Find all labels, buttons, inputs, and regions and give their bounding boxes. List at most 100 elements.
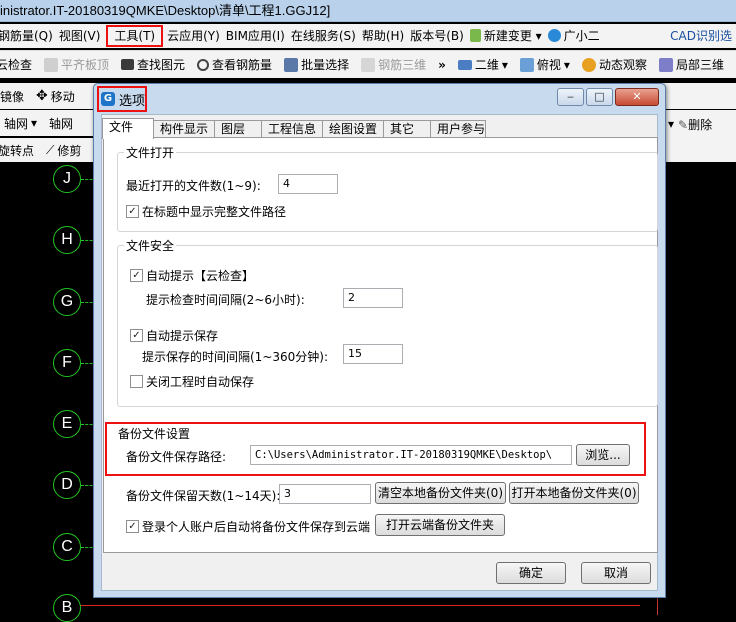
- tab-user-participation[interactable]: 用户参与: [430, 120, 487, 138]
- cloud-backup-checkbox[interactable]: ✓ 登录个人账户后自动将备份文件保存到云端: [126, 518, 370, 535]
- browse-button[interactable]: 浏览...: [576, 444, 630, 466]
- checkbox[interactable]: [130, 375, 143, 388]
- options-dialog: G 选项 ‒ □ ✕ 文件 构件显示 图层 工程信息 绘图设置 其它 用户参与 …: [93, 83, 666, 598]
- axis-grid-dropdown-2[interactable]: 轴网: [43, 115, 79, 132]
- view-rebar-quantity-button[interactable]: 查看钢筋量: [191, 56, 278, 73]
- rebar-3d-icon: [361, 57, 376, 72]
- menu-help[interactable]: 帮助(H): [362, 26, 410, 46]
- eraser-icon: ✎: [678, 117, 689, 132]
- axis-bubble-c[interactable]: C: [53, 533, 81, 561]
- cloud-check-button[interactable]: 云检查: [0, 56, 38, 73]
- close-button[interactable]: ✕: [615, 88, 659, 106]
- move-icon: ✥: [36, 88, 48, 104]
- menu-online-service[interactable]: 在线服务(S): [291, 26, 362, 46]
- binoculars-icon: [121, 59, 135, 70]
- menu-bim[interactable]: BIM应用(I): [226, 26, 291, 46]
- axis-bubble-b[interactable]: B: [53, 594, 81, 622]
- axis-grid-dropdown[interactable]: 轴网 ▾: [0, 115, 43, 132]
- checkbox[interactable]: ✓: [126, 205, 139, 218]
- cube-icon: [519, 57, 534, 72]
- group-legend: 文件打开: [124, 144, 177, 161]
- cancel-button[interactable]: 取消: [581, 562, 651, 584]
- dialog-title: G 选项: [97, 86, 147, 112]
- menu-rebar-quantity[interactable]: 钢筋量(Q): [0, 26, 59, 46]
- dropdown-arrow-icon[interactable]: ▾: [664, 117, 678, 131]
- save-interval-input[interactable]: 15: [343, 344, 403, 364]
- check-interval-label: 提示检查时间间隔(2~6小时):: [146, 293, 305, 307]
- grid-line: [80, 605, 640, 606]
- backup-path-label: 备份文件保存路径:: [126, 450, 227, 464]
- maximize-button[interactable]: □: [586, 88, 613, 106]
- app-title-bar: inistrator.IT-20180319QMKE\Desktop\清单\工程…: [0, 0, 736, 22]
- align-icon: [44, 57, 59, 72]
- tab-layers[interactable]: 图层: [214, 120, 263, 138]
- rotate-point-button[interactable]: 旋转点: [0, 142, 40, 159]
- open-local-backup-button[interactable]: 打开本地备份文件夹(0): [509, 482, 639, 504]
- move-button[interactable]: ✥ 移动: [30, 88, 81, 105]
- show-full-path-checkbox[interactable]: ✓ 在标题中显示完整文件路径: [126, 203, 286, 220]
- local-3d-icon: [658, 57, 673, 72]
- menu-view[interactable]: 视图(V): [59, 26, 107, 46]
- axis-bubble-d[interactable]: D: [53, 471, 81, 499]
- clear-local-backup-button[interactable]: 清空本地备份文件夹(0): [375, 482, 506, 504]
- align-slab-top-button[interactable]: 平齐板顶: [38, 56, 115, 73]
- backup-path-input[interactable]: C:\Users\Administrator.IT-20180319QMKE\D…: [250, 445, 572, 465]
- tab-component-display[interactable]: 构件显示: [153, 120, 216, 138]
- top-view-dropdown[interactable]: 俯视 ▾: [514, 56, 576, 73]
- backup-days-label: 备份文件保留天数(1~14天):: [126, 489, 281, 503]
- axis-bubble-g[interactable]: G: [53, 288, 81, 316]
- app-title: inistrator.IT-20180319QMKE\Desktop\清单\工程…: [0, 3, 331, 18]
- right-toolbar-fragment: ▾ ✎删除: [664, 110, 736, 138]
- menu-bar: 钢筋量(Q) 视图(V) 工具(T) 云应用(Y) BIM应用(I) 在线服务(…: [0, 24, 736, 48]
- document-icon: [469, 29, 481, 42]
- tab-drawing-settings[interactable]: 绘图设置: [322, 120, 385, 138]
- find-element-button[interactable]: 查找图元: [115, 56, 191, 73]
- menu-guangxiaoer[interactable]: 广小二: [547, 26, 606, 46]
- orbit-icon: [581, 57, 596, 72]
- checkbox[interactable]: ✓: [126, 520, 139, 533]
- dynamic-observe-button[interactable]: 动态观察: [576, 56, 653, 73]
- batch-select-button[interactable]: 批量选择: [278, 56, 355, 73]
- backup-days-input[interactable]: 3: [279, 484, 371, 504]
- menu-version[interactable]: 版本号(B): [410, 26, 470, 46]
- 2d-icon: [457, 59, 472, 70]
- minimize-button[interactable]: ‒: [557, 88, 584, 106]
- checkbox[interactable]: ✓: [130, 329, 143, 342]
- main-toolbar: 云检查 平齐板顶 查找图元 查看钢筋量 批量选择 钢筋三维 » 二维 ▾ 俯视 …: [0, 50, 736, 78]
- batch-select-icon: [284, 57, 299, 72]
- assistant-icon: [547, 29, 561, 42]
- tab-project-info[interactable]: 工程信息: [261, 120, 324, 138]
- axis-bubble-h[interactable]: H: [53, 226, 81, 254]
- menu-tools[interactable]: 工具(T): [106, 25, 164, 47]
- auto-cloud-check-checkbox[interactable]: ✓ 自动提示【云检查】: [130, 267, 254, 284]
- group-legend: 文件安全: [124, 237, 177, 254]
- mirror-button[interactable]: 镜像: [0, 88, 30, 105]
- menu-cad-recognition[interactable]: CAD识别选: [670, 26, 736, 46]
- menu-new-change[interactable]: 新建变更 ▾: [469, 26, 548, 46]
- axis-bubble-e[interactable]: E: [53, 410, 81, 438]
- app-icon: G: [101, 92, 115, 106]
- axis-bubble-j[interactable]: J: [53, 165, 81, 193]
- ok-button[interactable]: 确定: [496, 562, 566, 584]
- magnifier-icon: [197, 58, 210, 71]
- dialog-body: 文件 构件显示 图层 工程信息 绘图设置 其它 用户参与 文件打开 最近打开的文…: [101, 114, 658, 591]
- tab-other[interactable]: 其它: [383, 120, 432, 138]
- open-cloud-backup-button[interactable]: 打开云端备份文件夹: [375, 514, 505, 536]
- tab-strip: 文件 构件显示 图层 工程信息 绘图设置 其它 用户参与: [102, 118, 487, 139]
- checkbox[interactable]: ✓: [130, 269, 143, 282]
- trim-button[interactable]: ⟋ 修剪: [40, 142, 87, 159]
- menu-cloud[interactable]: 云应用(Y): [167, 26, 226, 46]
- recent-files-input[interactable]: 4: [278, 174, 338, 194]
- check-interval-input[interactable]: 2: [343, 288, 403, 308]
- auto-save-on-close-checkbox[interactable]: 关闭工程时自动保存: [130, 373, 254, 390]
- rebar-3d-button[interactable]: 钢筋三维: [355, 56, 432, 73]
- 2d-view-dropdown[interactable]: 二维 ▾: [452, 56, 514, 73]
- auto-save-prompt-checkbox[interactable]: ✓ 自动提示保存: [130, 327, 218, 344]
- axis-bubble-f[interactable]: F: [53, 349, 81, 377]
- trim-icon: ⟋: [46, 142, 55, 157]
- local-3d-button[interactable]: 局部三维: [653, 56, 730, 73]
- overflow-chevron-icon[interactable]: »: [432, 58, 452, 72]
- tab-file[interactable]: 文件: [102, 118, 154, 139]
- tab-page-file: 文件打开 最近打开的文件数(1~9): 4 ✓ 在标题中显示完整文件路径 文件安…: [103, 137, 658, 553]
- delete-button[interactable]: ✎删除: [678, 116, 712, 133]
